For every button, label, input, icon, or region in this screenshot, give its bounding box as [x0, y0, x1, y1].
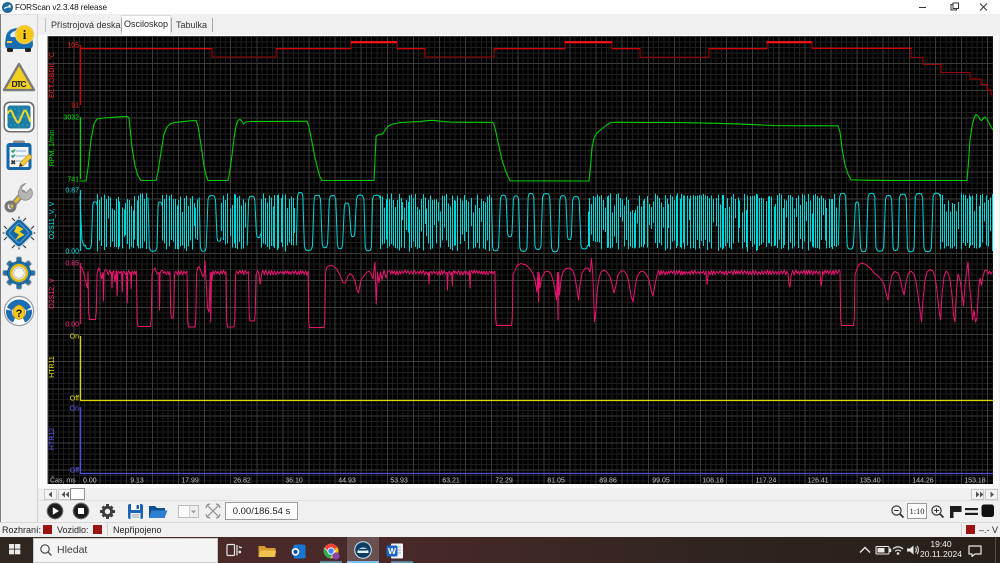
svg-text:117.24: 117.24	[756, 478, 777, 485]
svg-text:99.05: 99.05	[652, 478, 670, 485]
svg-text:63.21: 63.21	[442, 478, 460, 485]
svg-text:81.05: 81.05	[547, 478, 565, 485]
svg-text:0.00: 0.00	[65, 249, 79, 256]
svg-text:3032: 3032	[63, 115, 79, 122]
svg-text:91: 91	[71, 103, 79, 110]
svg-text:DTC: DTC	[12, 79, 27, 89]
svg-text:126.41: 126.41	[807, 478, 829, 485]
svg-text:0.00: 0.00	[83, 478, 97, 485]
svg-text:105: 105	[67, 43, 79, 50]
svg-text:0.85: 0.85	[65, 261, 79, 268]
svg-text:153.18: 153.18	[964, 478, 986, 485]
svg-text:Off: Off	[70, 468, 79, 475]
svg-text:RPM, 1/min: RPM, 1/min	[49, 130, 56, 167]
svg-text:O2S11_V, V: O2S11_V, V	[49, 201, 56, 239]
svg-text:741: 741	[67, 177, 79, 184]
svg-text:HTR12: HTR12	[49, 428, 56, 450]
svg-text:0.00: 0.00	[65, 322, 79, 329]
svg-text:?: ?	[16, 308, 23, 320]
svg-text:144.26: 144.26	[912, 478, 934, 485]
svg-text:HTR11: HTR11	[49, 356, 56, 378]
svg-text:26.82: 26.82	[233, 478, 251, 485]
svg-text:ECT.OBDII, °C: ECT.OBDII, °C	[48, 52, 56, 98]
svg-text:72.29: 72.29	[495, 478, 513, 485]
svg-text:9.13: 9.13	[130, 478, 144, 485]
svg-text:108.18: 108.18	[702, 478, 724, 485]
svg-text:36.10: 36.10	[285, 478, 303, 485]
svg-text:0.87: 0.87	[65, 188, 79, 195]
svg-text:Čas, ms: Čas, ms	[50, 476, 76, 485]
svg-text:135.40: 135.40	[859, 478, 881, 485]
svg-text:On: On	[70, 334, 79, 341]
svg-text:O2S12, V: O2S12, V	[49, 278, 56, 309]
svg-text:17.99: 17.99	[181, 478, 199, 485]
svg-text:44.93: 44.93	[338, 478, 356, 485]
svg-text:On: On	[70, 406, 79, 413]
svg-text:W: W	[388, 546, 397, 556]
svg-text:89.86: 89.86	[599, 478, 617, 485]
svg-text:i: i	[23, 27, 27, 42]
svg-text:Off: Off	[70, 396, 79, 403]
svg-text:53.93: 53.93	[390, 478, 408, 485]
